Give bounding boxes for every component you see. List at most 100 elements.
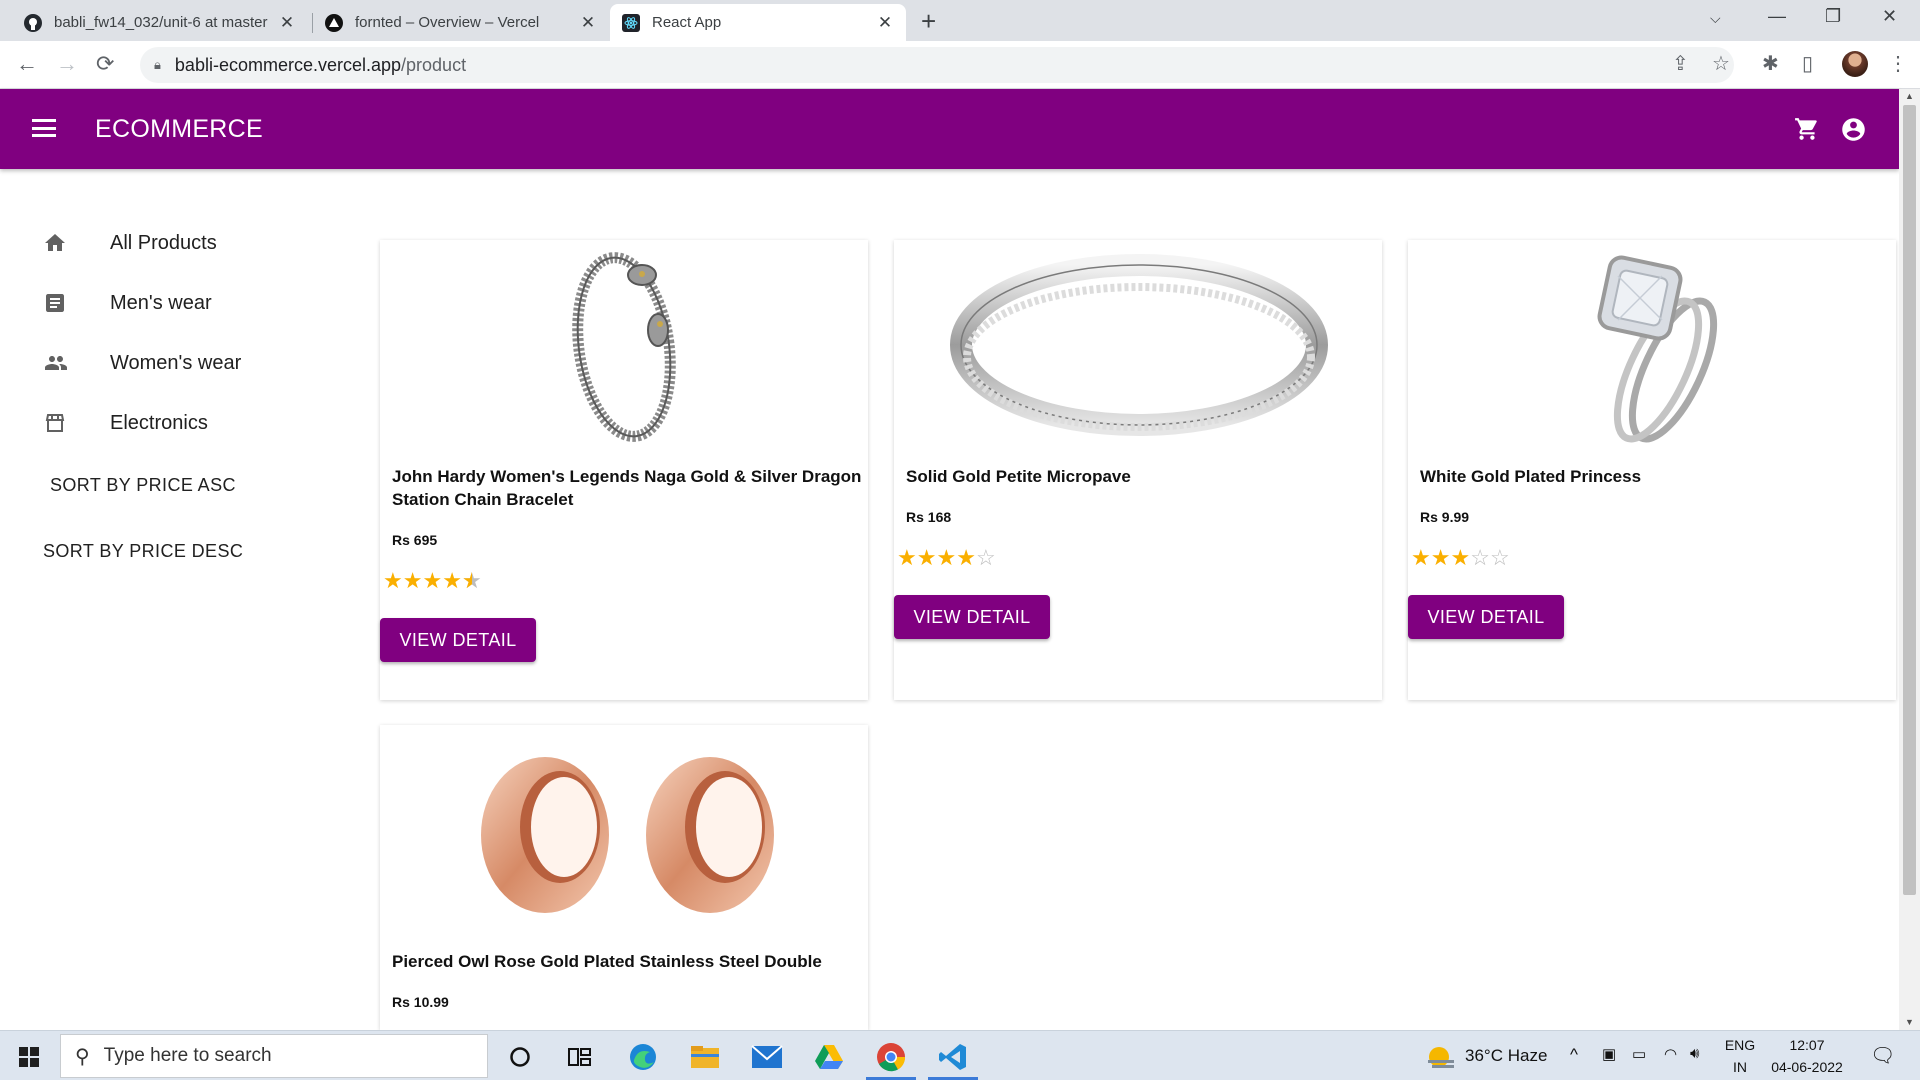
product-card: Solid Gold Petite Micropave Rs 168 ★★★★☆…	[894, 240, 1382, 700]
new-tab-button[interactable]: +	[921, 6, 936, 37]
star-full-icon: ★	[1430, 545, 1451, 570]
bracelet-image[interactable]	[380, 250, 868, 445]
star-half-icon: ★	[462, 568, 482, 594]
view-detail-button[interactable]: VIEW DETAIL	[894, 595, 1050, 639]
browser-toolbar: ← → ⟳ 🔒︎ babli-ecommerce.vercel.app/prod…	[0, 41, 1920, 89]
menu-icon[interactable]	[32, 119, 56, 137]
clock[interactable]: 12:07 04-06-2022	[1762, 1037, 1852, 1075]
brand-title[interactable]: ECOMMERCE	[95, 115, 263, 144]
star-empty-icon: ☆	[1489, 545, 1510, 570]
product-name[interactable]: Pierced Owl Rose Gold Plated Stainless S…	[392, 950, 868, 973]
view-detail-button[interactable]: VIEW DETAIL	[380, 618, 536, 662]
sidebar-item-womens-wear[interactable]: Women's wear	[0, 338, 300, 388]
github-icon	[24, 13, 42, 32]
search-icon: ⚲	[75, 1045, 90, 1068]
scroll-thumb[interactable]	[1903, 105, 1916, 895]
volume-icon[interactable]: 🔊︎	[1690, 1045, 1699, 1062]
rating-stars: ★★★★☆	[897, 545, 996, 571]
app-header: ECOMMERCE	[0, 89, 1899, 169]
tab-vercel[interactable]: fornted – Overview – Vercel ✕	[313, 4, 609, 41]
sort-price-asc-button[interactable]: SORT BY PRICE ASC	[50, 475, 236, 496]
scroll-down-icon[interactable]: ▼	[1905, 1017, 1914, 1027]
product-name[interactable]: White Gold Plated Princess	[1420, 465, 1896, 488]
cortana-icon[interactable]	[503, 1040, 537, 1074]
language-indicator[interactable]: ENG IN	[1722, 1037, 1758, 1075]
weather-haze-icon[interactable]	[1424, 1041, 1458, 1075]
star-empty-icon: ☆	[1470, 545, 1490, 570]
mail-icon[interactable]	[750, 1040, 784, 1074]
tab-github[interactable]: babli_fw14_032/unit-6 at master ✕	[12, 4, 308, 41]
restore-icon[interactable]: ❐	[1825, 6, 1841, 27]
share-icon[interactable]: ⇪	[1672, 51, 1689, 76]
star-full-icon: ★	[442, 568, 462, 593]
wifi-icon[interactable]: ◠	[1664, 1045, 1677, 1063]
article-icon	[42, 291, 68, 315]
lock-icon[interactable]: 🔒︎	[154, 57, 161, 73]
sidebar-item-mens-wear[interactable]: Men's wear	[0, 278, 300, 328]
store-icon	[42, 411, 68, 435]
account-circle-icon[interactable]	[1840, 116, 1867, 148]
google-drive-icon[interactable]	[812, 1040, 846, 1074]
side-panel-icon[interactable]: ▯	[1802, 51, 1813, 76]
reload-icon[interactable]: ⟳	[96, 51, 114, 77]
tab-react-app[interactable]: React App ✕	[610, 4, 906, 41]
star-full-icon: ★	[916, 545, 937, 570]
view-detail-button[interactable]: VIEW DETAIL	[1408, 595, 1564, 639]
product-card: Pierced Owl Rose Gold Plated Stainless S…	[380, 725, 868, 1030]
tab-search-icon[interactable]: ⌵	[1710, 10, 1721, 27]
windows-start-icon[interactable]	[19, 1047, 39, 1067]
chevron-up-icon[interactable]: ^	[1570, 1045, 1578, 1065]
star-full-icon: ★	[383, 568, 403, 593]
url-path: /product	[401, 54, 467, 75]
ring-image[interactable]	[894, 250, 1382, 445]
sidebar-item-all-products[interactable]: All Products	[0, 218, 300, 268]
file-explorer-icon[interactable]	[688, 1040, 722, 1074]
taskbar-search-box[interactable]: ⚲ Type here to search	[60, 1034, 488, 1078]
cart-icon[interactable]	[1794, 116, 1820, 147]
star-full-icon: ★	[897, 545, 917, 570]
address-bar[interactable]: 🔒︎ babli-ecommerce.vercel.app/product	[140, 47, 1734, 83]
close-icon[interactable]: ✕	[876, 13, 894, 33]
vscode-icon[interactable]	[936, 1040, 970, 1074]
product-name[interactable]: John Hardy Women's Legends Naga Gold & S…	[392, 465, 868, 511]
star-full-icon: ★	[936, 545, 957, 570]
forward-icon[interactable]: →	[56, 51, 78, 77]
rose-gold-plugs-image[interactable]	[380, 735, 868, 930]
vercel-icon	[325, 13, 343, 32]
back-icon[interactable]: ←	[16, 51, 38, 77]
chrome-icon[interactable]	[874, 1040, 908, 1074]
sidebar-item-electronics[interactable]: Electronics	[0, 398, 300, 448]
tab-title: React App	[652, 14, 722, 31]
product-card: White Gold Plated Princess Rs 9.99 ★★★☆☆…	[1408, 240, 1896, 700]
home-icon	[42, 231, 68, 255]
scroll-up-icon[interactable]: ▲	[1905, 91, 1914, 101]
star-empty-icon: ☆	[975, 545, 996, 570]
extensions-icon[interactable]: ✱	[1762, 51, 1779, 76]
page-scrollbar[interactable]: ▲ ▼	[1899, 89, 1920, 1030]
task-view-icon[interactable]	[563, 1040, 597, 1074]
window-close-icon[interactable]: ✕	[1882, 6, 1897, 27]
weather-text[interactable]: 36°C Haze	[1465, 1046, 1547, 1066]
product-card: John Hardy Women's Legends Naga Gold & S…	[380, 240, 868, 700]
sidebar-item-label: All Products	[110, 231, 217, 254]
tab-title: fornted – Overview – Vercel	[355, 14, 540, 31]
minimize-icon[interactable]: —	[1768, 6, 1786, 27]
edge-icon[interactable]	[626, 1040, 660, 1074]
notifications-icon[interactable]: 🗨︎	[1870, 1043, 1895, 1068]
profile-avatar[interactable]	[1842, 51, 1868, 77]
product-price: Rs 168	[906, 509, 952, 525]
product-price: Rs 695	[392, 532, 438, 548]
close-icon[interactable]: ✕	[278, 13, 296, 33]
bookmark-star-icon[interactable]: ☆	[1712, 51, 1730, 76]
clock-time: 12:07	[1789, 1037, 1825, 1053]
close-icon[interactable]: ✕	[579, 13, 597, 33]
battery-icon[interactable]: ▭	[1632, 1045, 1646, 1063]
sort-price-desc-button[interactable]: SORT BY PRICE DESC	[43, 541, 243, 562]
menu-kebab-icon[interactable]: ⋮	[1888, 51, 1908, 76]
meet-now-icon[interactable]: ▣	[1602, 1045, 1616, 1063]
diamond-ring-image[interactable]	[1408, 250, 1896, 445]
product-price: Rs 9.99	[1420, 509, 1470, 525]
star-full-icon: ★	[1411, 545, 1431, 570]
sidebar-item-label: Electronics	[110, 411, 208, 434]
product-name[interactable]: Solid Gold Petite Micropave	[906, 465, 1382, 488]
